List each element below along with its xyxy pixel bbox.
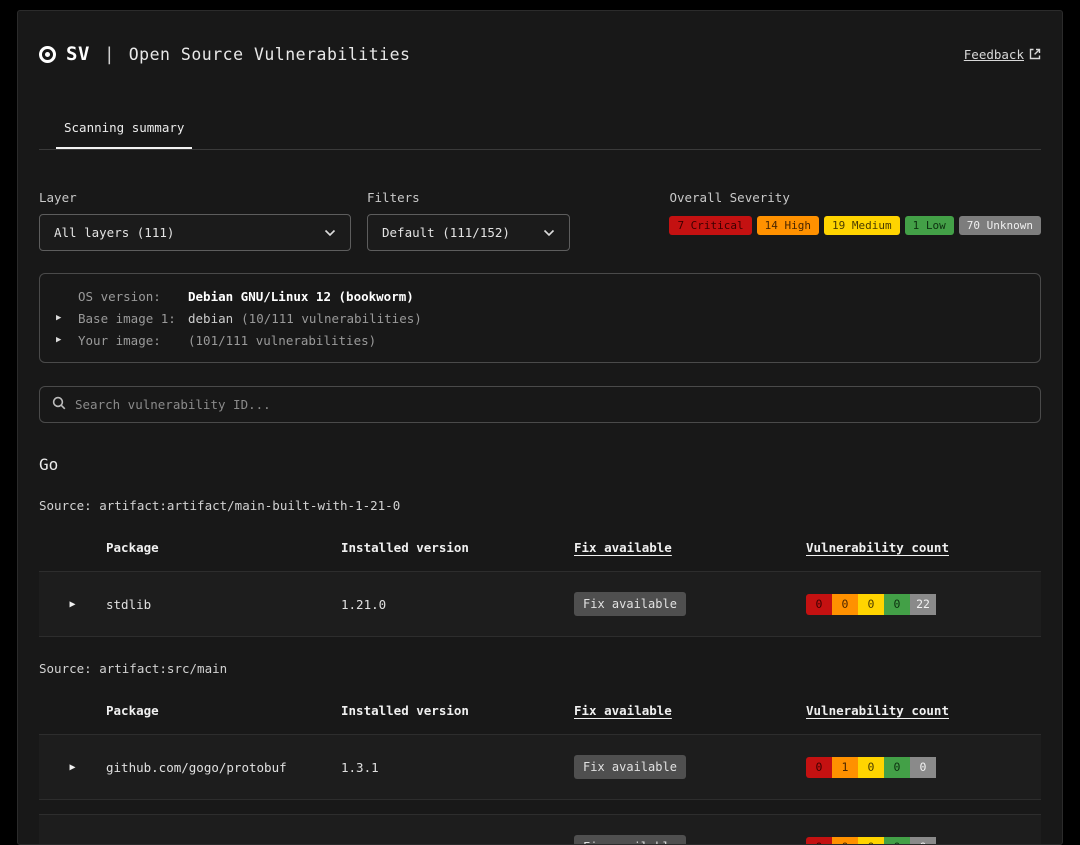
your-image-row: ▶ Your image: (101/111 vulnerabilities) xyxy=(56,329,1024,351)
your-image-label: Your image: xyxy=(78,333,188,348)
col-header-vulnerability-count: Vulnerability count xyxy=(806,540,1041,555)
osv-logo-text: SV xyxy=(66,43,90,65)
installed-version: 1.3.1 xyxy=(341,760,574,775)
count-low: 0 xyxy=(884,757,910,778)
fix-available-badge: Fix available xyxy=(574,835,686,845)
table-row[interactable]: ▶ stdlib 1.21.0 Fix available 0 0 0 0 22 xyxy=(39,571,1041,637)
severity-badge-low[interactable]: 1 Low xyxy=(905,216,954,235)
count-critical: 0 xyxy=(806,757,832,778)
base-image-row: ▶ Base image 1: debian (10/111 vulnerabi… xyxy=(56,307,1024,329)
count-low: 0 xyxy=(884,594,910,615)
ecosystem-heading: Go xyxy=(39,455,1041,474)
count-high: 1 xyxy=(832,757,858,778)
row-expand-icon[interactable]: ▶ xyxy=(39,842,106,845)
header: SV | Open Source Vulnerabilities Feedbac… xyxy=(39,11,1041,65)
count-medium: 0 xyxy=(858,594,884,615)
chevron-down-icon xyxy=(324,229,336,237)
severity-badge-critical[interactable]: 7 Critical xyxy=(669,216,751,235)
filters-label: Filters xyxy=(367,190,570,205)
layer-select[interactable]: All layers (111) xyxy=(39,214,351,251)
count-high: 0 xyxy=(832,837,858,845)
filters-select-value: Default (111/152) xyxy=(382,225,543,240)
col-header-vulnerability-count: Vulnerability count xyxy=(806,703,1041,718)
image-info-box: OS version: Debian GNU/Linux 12 (bookwor… xyxy=(39,273,1041,363)
col-header-installed-version: Installed version xyxy=(341,540,574,555)
source-label: Source: artifact:src/main xyxy=(39,661,1041,676)
feedback-label: Feedback xyxy=(964,47,1024,62)
fix-available-badge: Fix available xyxy=(574,755,686,779)
count-unknown: 0 xyxy=(910,837,936,845)
your-image-vuln-count: (101/111 vulnerabilities) xyxy=(188,333,376,348)
col-header-fix-available: Fix available xyxy=(574,703,806,718)
filters-select[interactable]: Default (111/152) xyxy=(367,214,570,251)
osv-logo-o-icon xyxy=(39,46,56,63)
vulnerability-count-pill: 0 1 0 0 0 xyxy=(806,757,1041,778)
severity-badge-high[interactable]: 14 High xyxy=(757,216,819,235)
layer-select-value: All layers (111) xyxy=(54,225,324,240)
installed-version: 1.21.0 xyxy=(341,597,574,612)
fix-available-badge: Fix available xyxy=(574,592,686,616)
osv-report-panel: SV | Open Source Vulnerabilities Feedbac… xyxy=(17,10,1063,845)
overall-severity-label: Overall Severity xyxy=(669,190,1041,205)
count-medium: 0 xyxy=(858,757,884,778)
layer-label: Layer xyxy=(39,190,351,205)
osv-logo: SV | Open Source Vulnerabilities xyxy=(39,43,410,65)
controls-row: Layer All layers (111) Filters Default (… xyxy=(39,190,1041,251)
count-high: 0 xyxy=(832,594,858,615)
filters-control: Filters Default (111/152) xyxy=(367,190,570,251)
tab-scanning-summary[interactable]: Scanning summary xyxy=(56,120,192,149)
base-image-value: debian xyxy=(188,311,233,326)
expand-arrow-icon[interactable]: ▶ xyxy=(56,335,78,345)
package-name: github.com/gogo/protobuf xyxy=(106,760,341,775)
os-version-label: OS version: xyxy=(78,289,188,304)
logo-separator: | xyxy=(104,44,115,65)
severity-badges: 7 Critical 14 High 19 Medium 1 Low 70 Un… xyxy=(669,216,1041,235)
table-row[interactable]: ▶ github.com/gogo/protobuf 1.3.1 Fix ava… xyxy=(39,734,1041,800)
vulnerability-count-pill: 0 0 0 0 22 xyxy=(806,594,1041,615)
row-expand-icon[interactable]: ▶ xyxy=(39,762,106,773)
layer-control: Layer All layers (111) xyxy=(39,190,351,251)
count-low: 0 xyxy=(884,837,910,845)
severity-badge-medium[interactable]: 19 Medium xyxy=(824,216,900,235)
os-version-row: OS version: Debian GNU/Linux 12 (bookwor… xyxy=(56,285,1024,307)
vulnerability-table: Package Installed version Fix available … xyxy=(39,686,1041,845)
external-link-icon xyxy=(1029,48,1041,60)
severity-badge-unknown[interactable]: 70 Unknown xyxy=(959,216,1041,235)
package-name: stdlib xyxy=(106,597,341,612)
expand-arrow-icon[interactable]: ▶ xyxy=(56,313,78,323)
count-critical: 0 xyxy=(806,594,832,615)
col-header-package: Package xyxy=(106,540,341,555)
vulnerability-count-pill: 0 0 0 0 0 xyxy=(806,837,1041,845)
base-image-vuln-count: (10/111 vulnerabilities) xyxy=(241,311,422,326)
col-header-package: Package xyxy=(106,703,341,718)
table-header-row: Package Installed version Fix available … xyxy=(39,523,1041,571)
page-title: Open Source Vulnerabilities xyxy=(129,45,411,64)
overall-severity-group: Overall Severity 7 Critical 14 High 19 M… xyxy=(669,190,1041,235)
table-header-row: Package Installed version Fix available … xyxy=(39,686,1041,734)
count-medium: 0 xyxy=(858,837,884,845)
col-header-fix-available: Fix available xyxy=(574,540,806,555)
tab-bar: Scanning summary xyxy=(39,117,1041,150)
vulnerability-table: Package Installed version Fix available … xyxy=(39,523,1041,637)
base-image-label: Base image 1: xyxy=(78,311,188,326)
search-bar xyxy=(39,386,1041,423)
col-header-installed-version: Installed version xyxy=(341,703,574,718)
source-label: Source: artifact:artifact/main-built-wit… xyxy=(39,498,1041,513)
table-row[interactable]: ▶ Fix available 0 0 0 0 0 xyxy=(39,814,1041,845)
row-expand-icon[interactable]: ▶ xyxy=(39,599,106,610)
count-unknown: 22 xyxy=(910,594,936,615)
chevron-down-icon xyxy=(543,229,555,237)
os-version-value: Debian GNU/Linux 12 (bookworm) xyxy=(188,289,414,304)
count-unknown: 0 xyxy=(910,757,936,778)
feedback-link[interactable]: Feedback xyxy=(964,47,1041,62)
search-input[interactable] xyxy=(75,397,1028,412)
search-icon xyxy=(52,395,66,414)
count-critical: 0 xyxy=(806,837,832,845)
